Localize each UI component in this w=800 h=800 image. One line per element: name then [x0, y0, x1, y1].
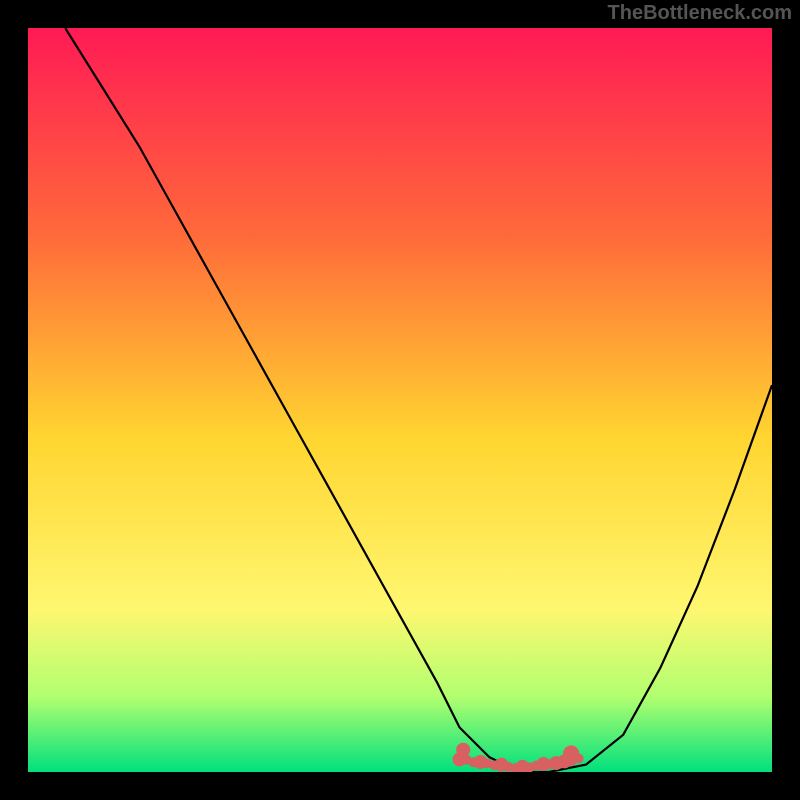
optimal-marker-dot: [549, 756, 563, 770]
optimal-marker-dot: [456, 743, 470, 757]
watermark-text: TheBottleneck.com: [608, 2, 792, 25]
optimal-marker-dot: [563, 745, 579, 761]
chart-svg: [28, 28, 772, 772]
plot-area: [28, 28, 772, 772]
gradient-background: [28, 28, 772, 772]
chart-container: TheBottleneck.com: [0, 0, 800, 800]
